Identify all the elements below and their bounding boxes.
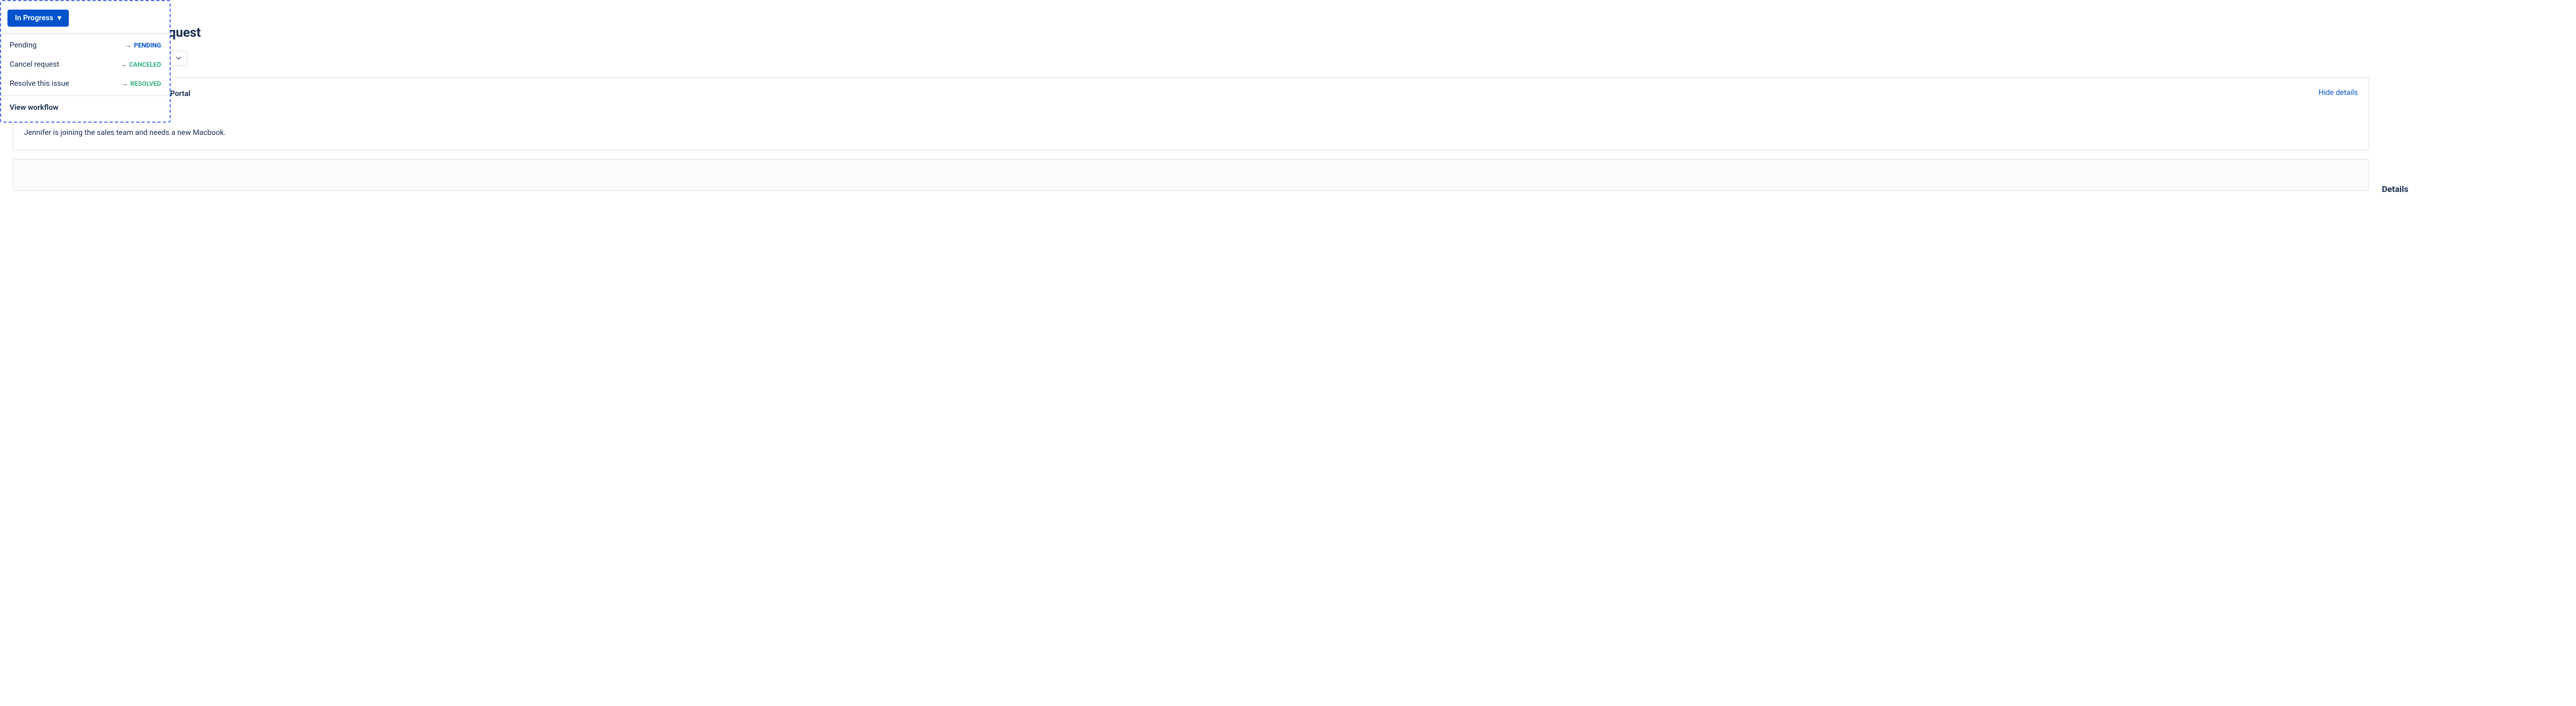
status-button-label: In Progress — [15, 14, 53, 22]
dropdown-item-pending[interactable]: Pending → PENDING — [1, 36, 170, 55]
cancel-label: Cancel request — [10, 60, 59, 69]
dropdown-item-resolve[interactable]: Resolve this issue → RESOLVED — [1, 74, 170, 93]
left-column: Omar Darboe raised this request via Port… — [13, 77, 2369, 200]
hide-details-button[interactable]: Hide details — [2318, 89, 2358, 97]
canceled-status-label: CANCELED — [129, 61, 161, 68]
status-dropdown-panel: In Progress ▾ Pending → PENDING Cancel r… — [0, 0, 171, 123]
resolve-status: → RESOLVED — [121, 79, 161, 88]
arrow-icon: → — [121, 79, 128, 88]
dropdown-item-cancel[interactable]: Cancel request → CANCELED — [1, 55, 170, 74]
dropdown-divider — [1, 33, 170, 34]
chevron-down-icon: ▾ — [58, 14, 61, 22]
comment-area[interactable] — [13, 159, 2369, 191]
main-content: Omar Darboe raised this request via Port… — [13, 77, 2563, 200]
arrow-icon: → — [125, 41, 132, 50]
issue-title: New notebook computer request — [13, 25, 2563, 41]
resolve-label: Resolve this issue — [10, 79, 69, 88]
request-card: Omar Darboe raised this request via Port… — [13, 77, 2369, 150]
status-in-progress-button[interactable]: In Progress ▾ — [7, 10, 69, 27]
right-column: In Progress ▾ Pending → PENDING Cancel r… — [2382, 77, 2563, 200]
details-label: Details — [2382, 184, 2563, 194]
request-header: Omar Darboe raised this request via Port… — [24, 89, 2358, 108]
pending-status: → PENDING — [125, 41, 161, 50]
details-section: Details — [2382, 184, 2563, 194]
pending-status-label: PENDING — [134, 42, 161, 49]
view-workflow-button[interactable]: View workflow — [1, 98, 170, 117]
pending-label: Pending — [10, 41, 37, 50]
dropdown-arrow-button[interactable] — [170, 51, 187, 66]
cancel-status: → CANCELED — [120, 60, 161, 69]
dropdown-divider-2 — [1, 95, 170, 96]
description-label: Description — [24, 115, 2358, 123]
page-container: Back ITSAMPLE-1 New notebook computer re… — [0, 0, 2576, 209]
resolved-status-label: RESOLVED — [130, 80, 161, 87]
description-section: Description Jennifer is joining the sale… — [24, 115, 2358, 139]
action-bar: Create subtask Link issue — [13, 50, 2563, 67]
portal-name: Portal — [170, 90, 190, 98]
top-nav: Back ITSAMPLE-1 — [13, 9, 2563, 18]
description-text: Jennifer is joining the sales team and n… — [24, 127, 2358, 139]
dropdown-header: In Progress ▾ — [1, 5, 170, 31]
arrow-icon: → — [120, 60, 127, 69]
